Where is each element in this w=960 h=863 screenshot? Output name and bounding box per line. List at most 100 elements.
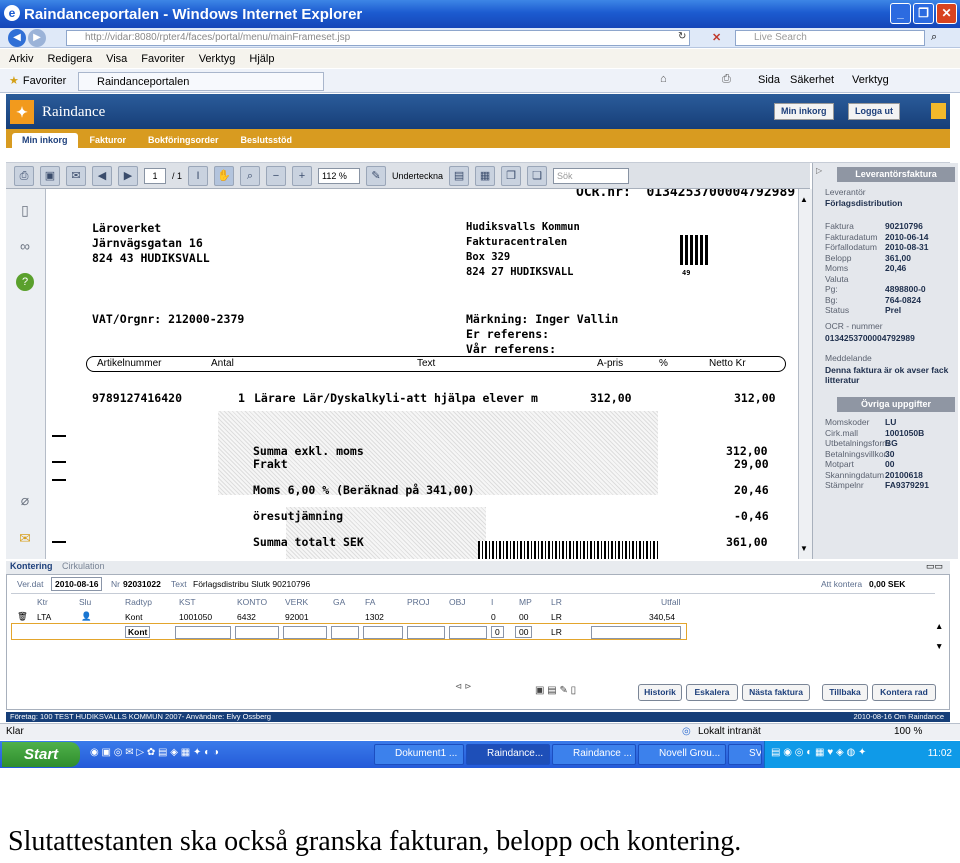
task-novell[interactable]: Novell Grou... — [638, 744, 726, 765]
document-scrollbar[interactable]: ▲ ▼ — [798, 189, 812, 559]
maximize-button[interactable]: ❐ — [913, 3, 934, 24]
quicklaunch-icons[interactable]: ◉ ▣ ◎ ✉ ▷ ✿ ▤ ◈ ▦ ✦ ◐ ◑ — [90, 747, 219, 758]
freight-label: Frakt — [253, 457, 288, 471]
copy-icon[interactable]: ❐ — [501, 165, 522, 186]
scroll-up-icon[interactable]: ▲ — [800, 195, 808, 204]
zoom-tool-icon[interactable]: ⌕ — [240, 165, 261, 186]
pdf-search-input[interactable]: Sök — [553, 167, 630, 184]
back-icon[interactable]: ◀ — [8, 29, 26, 47]
eskalera-button[interactable]: Eskalera — [686, 684, 738, 701]
binoculars-icon[interactable]: ∞ — [16, 237, 34, 255]
new-row-mp-input[interactable]: 00 — [515, 626, 533, 638]
save-icon[interactable]: ▣ — [40, 165, 60, 186]
url-input[interactable]: http://vidar:8080/rpter4/faces/portal/me… — [66, 30, 690, 46]
zoom-out-icon[interactable]: − — [266, 165, 287, 186]
browser-tab[interactable]: Raindanceportalen — [78, 72, 324, 91]
comment-icon[interactable]: ✉ — [16, 529, 34, 547]
col-ktr: Ktr — [37, 597, 48, 607]
collapse-icon[interactable]: ▷ — [816, 166, 822, 175]
new-row-fa-input[interactable] — [363, 626, 403, 639]
task-sv[interactable]: SV — [728, 744, 762, 765]
menu-redigera[interactable]: Redigera — [47, 53, 92, 65]
new-row-obj-input[interactable] — [449, 626, 487, 639]
other-value: 30 — [885, 448, 895, 459]
tab-bokforingsorder[interactable]: Bokföringsorder — [138, 133, 229, 148]
hand-tool-icon[interactable]: ✋ — [214, 165, 235, 186]
help-circle-icon[interactable]: ? — [16, 273, 34, 291]
status-zoom[interactable]: 100 % — [894, 726, 922, 737]
tab-fakturor[interactable]: Fakturor — [80, 133, 137, 148]
home-icon[interactable]: ⌂ — [660, 73, 667, 85]
next-invoice-button[interactable]: Nästa faktura — [742, 684, 810, 701]
scroll-up-icon[interactable]: ▲ — [935, 621, 943, 631]
nav-arrows-icon[interactable]: ⊲ ⊳ — [455, 681, 472, 692]
task-raindance-ie[interactable]: Raindance... — [466, 744, 550, 765]
new-row-proj-input[interactable] — [407, 626, 445, 639]
zoom-in-icon[interactable]: + — [292, 165, 313, 186]
live-search-input[interactable]: Live Search — [735, 30, 925, 46]
sender-street: Järnvägsgatan 16 — [92, 236, 203, 250]
select-tool-icon[interactable]: I — [188, 165, 209, 186]
window-controls-icon[interactable]: ▭▭ — [926, 561, 943, 572]
tray-icons[interactable]: ▤ ◉ ◎ ◐ ▦ ♥ ◈ ◍ ✦ — [771, 747, 866, 758]
new-row-konto-input[interactable] — [235, 626, 279, 639]
delete-row-icon[interactable]: 🗑 — [17, 611, 28, 622]
menu-hjalp[interactable]: Hjälp — [249, 53, 274, 65]
help-icon[interactable] — [931, 103, 946, 119]
tab-kontering[interactable]: Kontering — [10, 561, 53, 571]
minimize-button[interactable]: _ — [890, 3, 911, 24]
min-inkorg-button[interactable]: Min inkorg — [774, 103, 834, 120]
close-button[interactable]: ✕ — [936, 3, 957, 24]
menu-verktyg[interactable]: Verktyg — [199, 53, 236, 65]
tools-menu[interactable]: Verktyg — [852, 74, 889, 86]
sign-button[interactable]: Underteckna — [392, 171, 443, 181]
tool-icons[interactable]: ▣ ▤ ✎ ▯ — [535, 685, 576, 696]
verdat-input[interactable]: 2010-08-16 — [51, 577, 103, 591]
paste-icon[interactable]: ❏ — [527, 165, 548, 186]
tab-cirkulation[interactable]: Cirkulation — [62, 561, 105, 571]
scroll-down-icon[interactable]: ▼ — [800, 544, 808, 553]
menu-arkiv[interactable]: Arkiv — [9, 53, 33, 65]
search-icon[interactable]: ⌕ — [931, 31, 937, 44]
stop-icon[interactable]: ✕ — [712, 31, 721, 44]
status-date-about[interactable]: 2010-08-16 Om Raindance — [854, 712, 944, 722]
print-icon[interactable]: ⎙ — [14, 165, 34, 186]
security-menu[interactable]: Säkerhet — [790, 74, 834, 86]
fit-width-icon[interactable]: ▦ — [475, 165, 496, 186]
favorites-button[interactable]: Favoriter — [23, 75, 66, 87]
start-button[interactable]: Start — [2, 742, 80, 767]
fit-page-icon[interactable]: ▤ — [449, 165, 470, 186]
back-button[interactable]: Tillbaka — [822, 684, 868, 701]
zoom-select[interactable]: 112 % — [318, 167, 361, 184]
email-icon[interactable]: ✉ — [66, 165, 86, 186]
attachment-icon[interactable]: ⌀ — [16, 491, 34, 509]
historik-button[interactable]: Historik — [638, 684, 682, 701]
task-raindance[interactable]: Raindance ... — [552, 744, 636, 765]
refresh-icon[interactable]: ↻ — [678, 31, 686, 42]
new-row-verk-input[interactable] — [283, 626, 327, 639]
print-icon[interactable]: ⎙ — [722, 73, 731, 86]
supplier-invoice-header: Leverantörsfaktura — [837, 167, 955, 182]
new-row-radtyp-select[interactable]: Kont — [125, 626, 151, 638]
scroll-down-icon[interactable]: ▼ — [935, 641, 943, 651]
new-row-kst-input[interactable] — [175, 626, 231, 639]
tab-min-inkorg[interactable]: Min inkorg — [12, 133, 78, 148]
logout-button[interactable]: Logga ut — [848, 103, 900, 120]
new-row-ga-input[interactable] — [331, 626, 359, 639]
new-row-i-input[interactable]: 0 — [491, 626, 504, 638]
next-page-icon[interactable]: ▶ — [118, 165, 138, 186]
new-row-utfall-input[interactable] — [591, 626, 681, 639]
tab-beslutsstod[interactable]: Beslutsstöd — [231, 133, 303, 148]
forward-icon[interactable]: ▶ — [28, 29, 46, 47]
sign-icon[interactable]: ✎ — [366, 165, 387, 186]
pages-icon[interactable]: ▯ — [16, 201, 34, 219]
task-dokument[interactable]: Dokument1 ... — [374, 744, 464, 765]
page-menu[interactable]: Sida — [758, 74, 780, 86]
kontera-rad-button[interactable]: Kontera rad — [872, 684, 936, 701]
menu-favoriter[interactable]: Favoriter — [141, 53, 184, 65]
menu-visa[interactable]: Visa — [106, 53, 127, 65]
page-number-input[interactable]: 1 — [144, 167, 166, 184]
col-ga: GA — [333, 597, 346, 607]
prev-page-icon[interactable]: ◀ — [92, 165, 112, 186]
field-value: 361,00 — [885, 252, 911, 263]
